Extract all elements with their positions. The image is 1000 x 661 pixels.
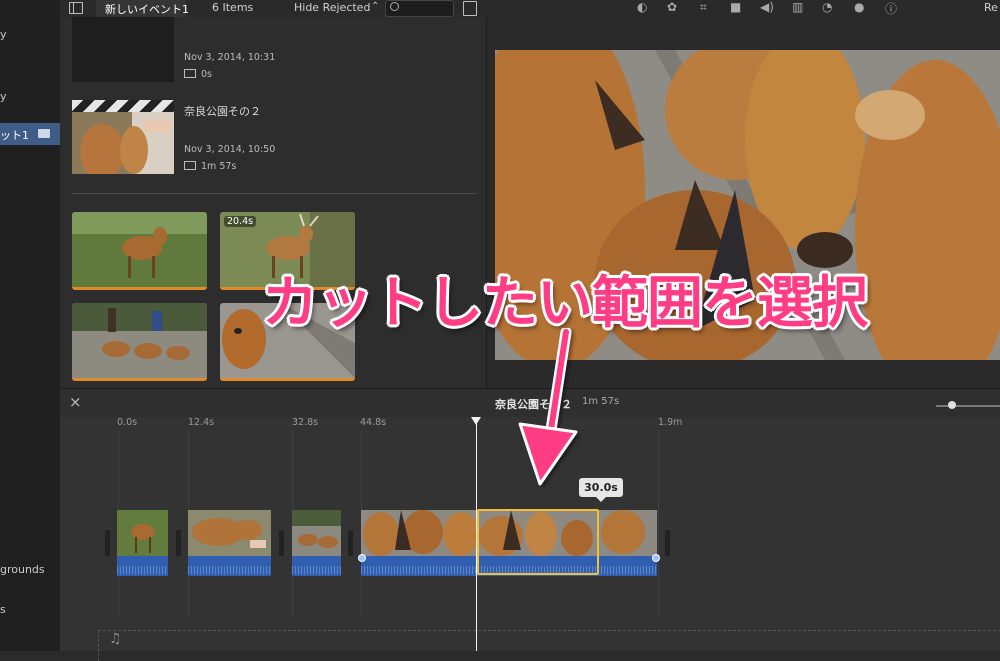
music-note-icon: ♫ <box>109 631 122 647</box>
annotation-caption: カットしたい範囲を選択 <box>262 271 868 336</box>
tick-label: 1.9m <box>658 417 683 428</box>
chevron-updown-icon[interactable]: ⌃ <box>371 1 379 12</box>
volume-keyframe-icon[interactable] <box>652 554 660 562</box>
search-input[interactable] <box>385 0 454 17</box>
toolbar: 新しいイベント1 6 Items Hide Rejected ⌃ ◐ ✿ ⌗ ■… <box>60 0 1000 18</box>
item-count: 6 Items <box>212 1 254 14</box>
event-tab-label: 新しいイベント1 <box>105 3 189 16</box>
sidebar-item[interactable]: y <box>0 28 7 41</box>
playhead-marker-icon[interactable] <box>471 417 481 425</box>
clip-thumbnail[interactable] <box>72 303 207 381</box>
divider <box>71 193 477 194</box>
event-title: 奈良公園その２ <box>184 105 261 118</box>
filmstrip-icon[interactable] <box>463 1 477 16</box>
playhead[interactable] <box>476 420 477 651</box>
filter-icon[interactable]: ● <box>854 0 864 14</box>
tick-label: 0.0s <box>117 417 138 428</box>
transition-handle[interactable] <box>279 530 284 556</box>
event-thumbnail[interactable] <box>72 100 174 174</box>
sidebar-item[interactable]: y <box>0 90 7 103</box>
event-duration-row: 1m 57s <box>184 161 236 172</box>
clapperboard-icon <box>72 100 174 112</box>
zoom-slider-knob[interactable] <box>948 401 956 409</box>
crop-icon[interactable]: ⌗ <box>700 0 707 15</box>
search-icon <box>390 2 399 11</box>
clip-frames <box>117 510 168 556</box>
filter-dropdown[interactable]: Hide Rejected <box>294 1 370 14</box>
transition-handle[interactable] <box>665 530 670 556</box>
volume-icon[interactable]: ◀) <box>760 0 774 14</box>
stabilization-icon[interactable]: ■ <box>730 0 741 14</box>
zoom-slider[interactable] <box>936 401 1000 409</box>
volume-keyframe-icon[interactable] <box>358 554 366 562</box>
close-icon[interactable]: × <box>69 393 82 411</box>
audio-waveform <box>188 556 271 576</box>
event-duration: 0s <box>201 69 212 80</box>
equalizer-icon[interactable]: ▥ <box>792 0 803 14</box>
speed-icon[interactable]: ◔ <box>822 0 832 14</box>
event-thumbnail-image <box>72 112 174 174</box>
event-duration: 1m 57s <box>201 161 237 172</box>
tick-label: 12.4s <box>188 417 215 428</box>
audio-waveform <box>117 556 168 576</box>
clip-frames <box>188 510 271 556</box>
event-date: Nov 3, 2014, 10:50 <box>184 144 276 155</box>
event-duration-row: 0s <box>184 69 212 80</box>
timeline-clip[interactable] <box>188 510 271 576</box>
sidebar-toggle-icon[interactable] <box>69 2 83 14</box>
tab-event[interactable]: 新しいイベント1 <box>96 0 189 17</box>
film-icon <box>184 161 196 170</box>
timeline-clip[interactable] <box>117 510 168 576</box>
info-icon[interactable]: ⓘ <box>885 0 897 17</box>
music-track-well[interactable]: ♫ <box>98 630 1000 661</box>
clip-duration-badge: 20.4s <box>224 216 257 227</box>
color-balance-icon[interactable]: ◐ <box>637 0 647 14</box>
sidebar-item-selected-event[interactable]: ット1 <box>0 123 60 145</box>
range-selection[interactable] <box>477 509 599 575</box>
library-sidebar: y y ット1 grounds s <box>0 0 61 651</box>
tick-line <box>658 430 659 615</box>
color-palette-icon[interactable]: ✿ <box>667 0 677 14</box>
tick-label: 44.8s <box>360 417 387 428</box>
sidebar-item[interactable]: s <box>0 603 6 616</box>
annotation-arrow <box>518 328 578 486</box>
transition-handle[interactable] <box>105 530 110 556</box>
clapperboard-icon <box>38 129 50 138</box>
sidebar-item-backgrounds[interactable]: grounds <box>0 563 45 576</box>
timeline-clip[interactable] <box>292 510 341 576</box>
event-date: Nov 3, 2014, 10:31 <box>184 52 276 63</box>
reset-button[interactable]: Re <box>984 1 998 14</box>
sidebar-item-label: ット1 <box>0 129 29 142</box>
tick-label: 32.8s <box>292 417 319 428</box>
event-thumbnail[interactable] <box>72 17 174 82</box>
clip-frames <box>292 510 341 556</box>
transition-handle[interactable] <box>348 530 353 556</box>
film-icon <box>184 69 196 78</box>
clip-thumbnail[interactable] <box>72 212 207 290</box>
transition-handle[interactable] <box>176 530 181 556</box>
audio-waveform <box>292 556 341 576</box>
